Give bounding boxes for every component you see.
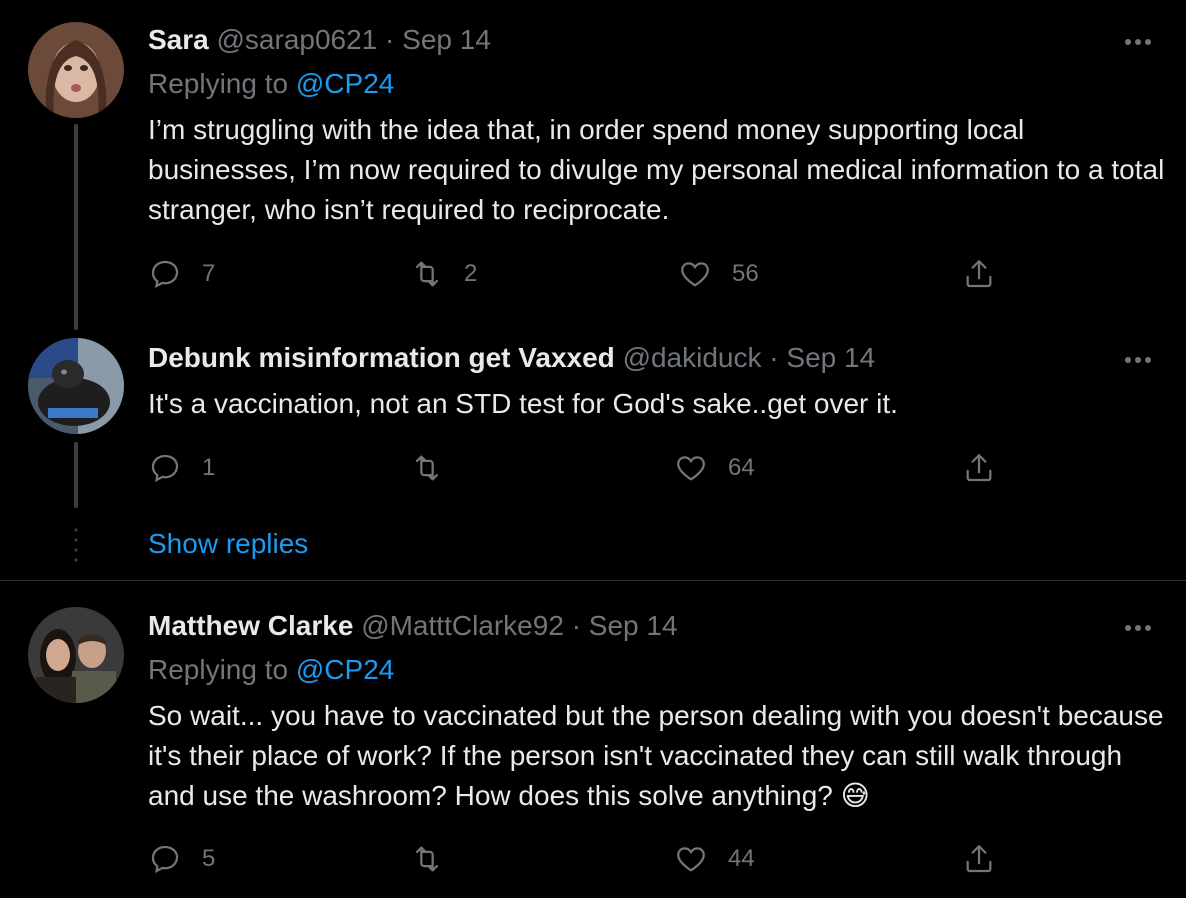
timestamp[interactable]: Sep 14 — [589, 610, 678, 641]
replying-to: Replying to @CP24 — [148, 652, 394, 688]
like-button[interactable]: 64 — [674, 448, 755, 488]
tweet-text-content: So wait... you have to vaccinated but th… — [148, 700, 1164, 811]
share-icon — [966, 454, 992, 482]
tweet-sara[interactable]: Sara @sarap0621 · Sep 14 Replying to @CP… — [0, 0, 1186, 330]
share-button[interactable] — [962, 254, 996, 294]
replying-prefix: Replying to — [148, 68, 289, 99]
timestamp[interactable]: Sep 14 — [402, 24, 491, 55]
reply-button[interactable]: 1 — [148, 448, 215, 488]
replying-to: Replying to @CP24 — [148, 66, 394, 102]
more-icon[interactable] — [1122, 350, 1154, 370]
reply-icon — [151, 260, 179, 289]
show-replies-link[interactable]: Show replies — [148, 526, 308, 562]
tweet-header: Debunk misinformation get Vaxxed @dakidu… — [148, 340, 875, 376]
tweet-text: It's a vaccination, not an STD test for … — [148, 388, 898, 419]
tweet-text: I’m struggling with the idea that, in or… — [148, 114, 1165, 225]
display-name[interactable]: Matthew Clarke — [148, 610, 353, 641]
share-button[interactable] — [962, 839, 996, 879]
handle[interactable]: @dakiduck — [623, 342, 762, 373]
avatar-sara[interactable] — [28, 22, 124, 118]
handle[interactable]: @sarap0621 — [217, 24, 378, 55]
separator: · — [385, 24, 395, 55]
tweet-header: Sara @sarap0621 · Sep 14 — [148, 22, 491, 58]
like-icon — [681, 262, 709, 287]
reply-count: 1 — [202, 454, 216, 481]
reply-button[interactable]: 5 — [148, 839, 215, 879]
separator: · — [571, 610, 582, 641]
thread-continuation-dots — [74, 528, 78, 562]
reply-count: 5 — [202, 845, 216, 872]
mention-link[interactable]: @CP24 — [296, 68, 394, 99]
like-icon — [677, 456, 705, 481]
retweet-icon — [415, 846, 439, 872]
timestamp[interactable]: Sep 14 — [786, 342, 875, 373]
like-count: 44 — [728, 845, 755, 872]
display-name[interactable]: Sara — [148, 24, 209, 55]
tweet-text: So wait... you have to vaccinated but th… — [148, 696, 1168, 816]
reply-icon — [151, 454, 179, 483]
display-name[interactable]: Debunk misinformation get Vaxxed — [148, 342, 615, 373]
mention-link[interactable]: @CP24 — [296, 654, 394, 685]
like-icon — [677, 847, 705, 872]
thread-line — [74, 124, 78, 330]
replying-prefix: Replying to — [148, 654, 289, 685]
action-bar: 5 44 — [148, 839, 1008, 879]
retweet-count: 2 — [464, 260, 478, 287]
action-bar: 7 2 56 — [148, 254, 1008, 294]
tweet-header: Matthew Clarke @MatttClarke92 · Sep 14 — [148, 608, 678, 644]
reply-button[interactable]: 7 — [148, 254, 215, 294]
thread-line — [74, 442, 78, 508]
action-bar: 1 64 — [148, 448, 1008, 488]
handle[interactable]: @MatttClarke92 — [361, 610, 564, 641]
share-icon — [966, 260, 992, 288]
more-icon[interactable] — [1122, 618, 1154, 638]
retweet-button[interactable] — [410, 839, 464, 879]
like-button[interactable]: 56 — [678, 254, 759, 294]
separator: · — [769, 342, 779, 373]
avatar-dakiduck[interactable] — [28, 338, 124, 434]
like-count: 64 — [728, 454, 755, 481]
retweet-icon — [415, 261, 439, 287]
share-icon — [966, 845, 992, 873]
share-button[interactable] — [962, 448, 996, 488]
retweet-button[interactable] — [410, 448, 464, 488]
grinning-sweat-emoji: 😅 — [840, 780, 870, 811]
like-button[interactable]: 44 — [674, 839, 755, 879]
avatar-matthew[interactable] — [28, 607, 124, 703]
reply-count: 7 — [202, 260, 216, 287]
more-icon[interactable] — [1122, 32, 1154, 52]
retweet-button[interactable]: 2 — [410, 254, 477, 294]
reply-icon — [151, 845, 179, 874]
retweet-icon — [415, 455, 439, 481]
tweet-matthew[interactable]: Matthew Clarke @MatttClarke92 · Sep 14 R… — [0, 581, 1186, 898]
like-count: 56 — [732, 260, 759, 287]
